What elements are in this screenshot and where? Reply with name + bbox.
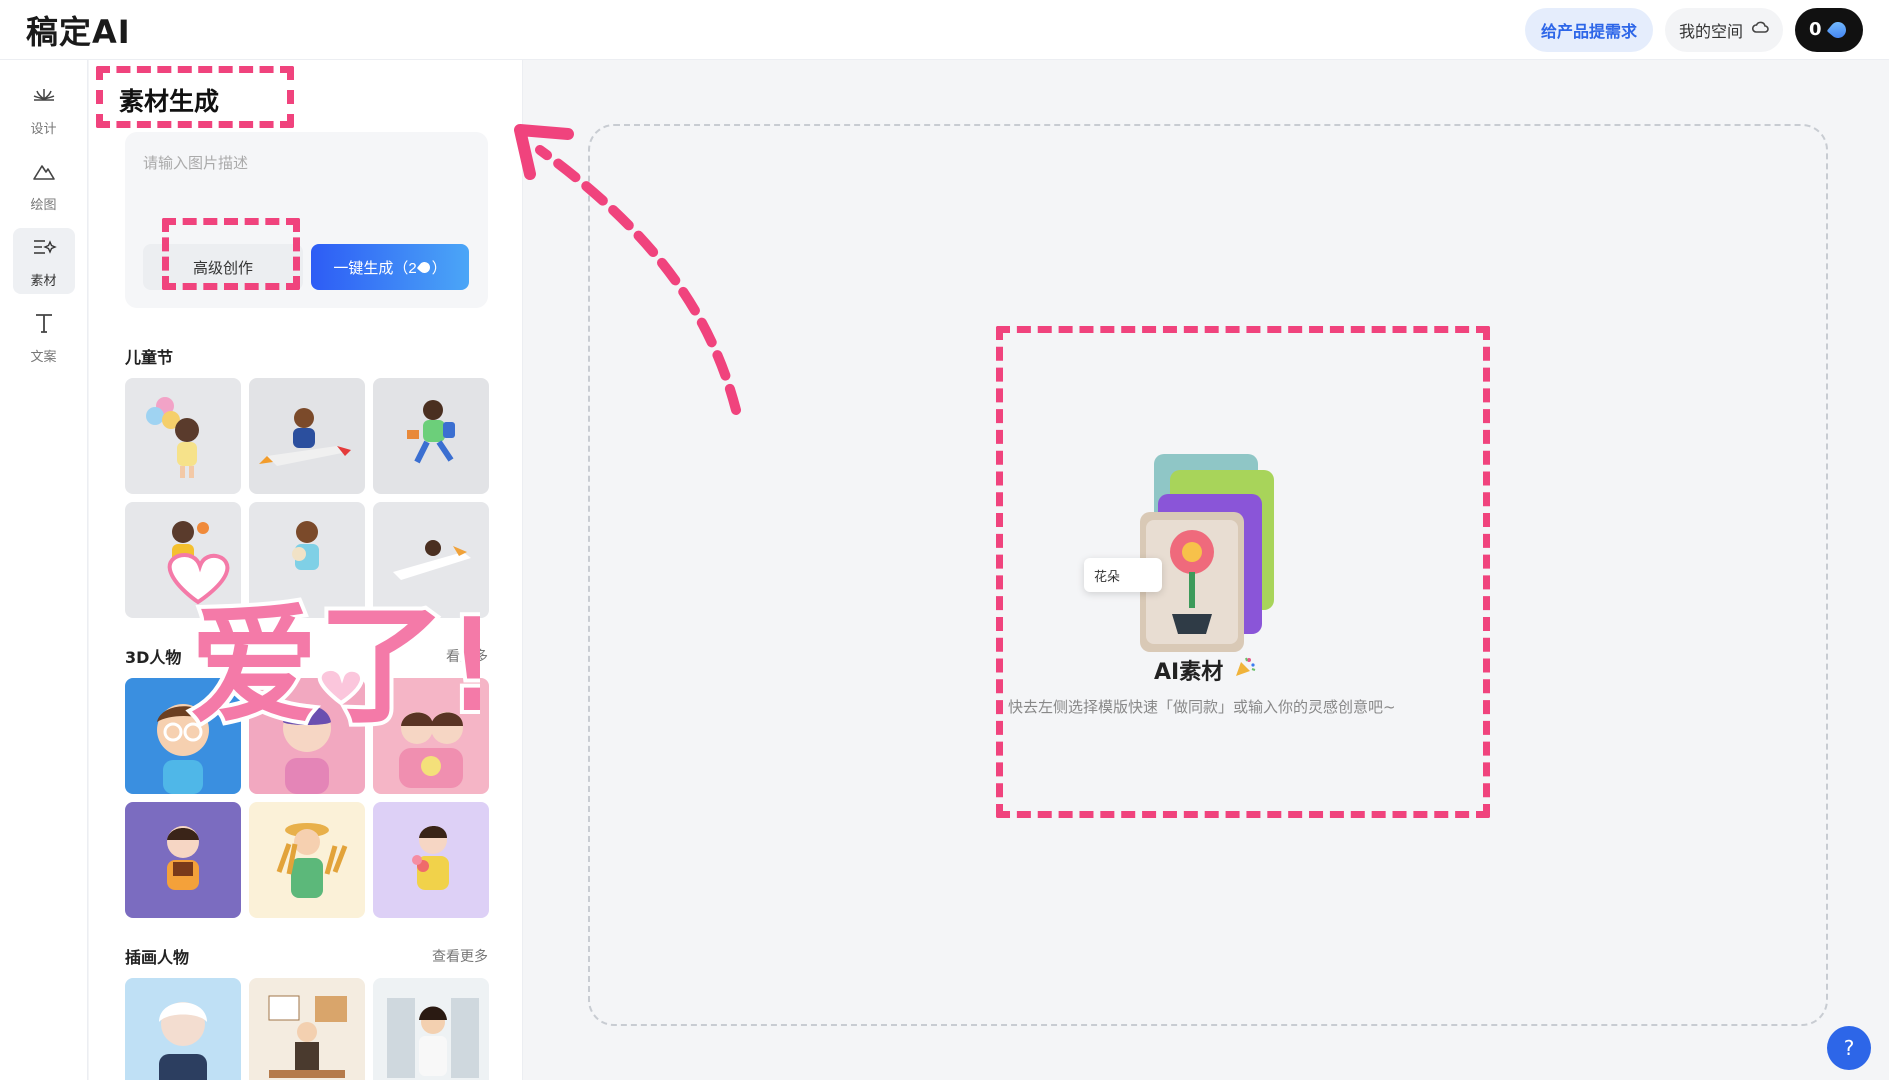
cloud-icon — [1751, 20, 1769, 39]
highlight-box-title — [96, 66, 294, 128]
highlight-box-canvas — [996, 326, 1490, 818]
section-header-3d-characters: 3D人物 看更多 — [125, 644, 488, 668]
see-more-link[interactable]: 查看更多 — [432, 946, 488, 966]
rail-item-draw[interactable]: 绘图 — [13, 152, 75, 218]
my-space-label: 我的空间 — [1678, 23, 1743, 41]
sparkle-list-icon — [31, 234, 57, 264]
asset-tile[interactable] — [125, 978, 241, 1080]
top-actions: 给产品提需求 我的空间 0 — [1524, 7, 1863, 52]
generate-button[interactable]: 一键生成（2 ） — [311, 244, 469, 290]
credits-badge[interactable]: 0 — [1795, 7, 1863, 52]
asset-tile[interactable] — [373, 978, 489, 1080]
highlight-box-advanced — [162, 218, 300, 290]
asset-tile[interactable] — [125, 802, 241, 918]
bean-icon — [1826, 18, 1849, 41]
3d-characters-grid — [125, 678, 491, 918]
top-bar: 稿定AI 给产品提需求 我的空间 0 — [0, 0, 1889, 60]
asset-tile[interactable] — [249, 678, 365, 794]
section-title: 儿童节 — [125, 348, 174, 367]
annotation-arrow — [514, 124, 741, 415]
asset-tile[interactable] — [373, 378, 489, 494]
asset-tile[interactable] — [125, 378, 241, 494]
bean-icon — [416, 259, 432, 275]
rail-item-design[interactable]: 设计 — [13, 76, 75, 142]
asset-tile[interactable] — [249, 978, 365, 1080]
prompt-input[interactable]: 请输入图片描述 — [143, 152, 248, 173]
asset-tile[interactable] — [373, 678, 489, 794]
section-header-childrens-day: 儿童节 — [125, 344, 488, 368]
feedback-button[interactable]: 给产品提需求 — [1524, 7, 1653, 52]
asset-tile[interactable] — [125, 502, 241, 618]
lotus-icon — [31, 82, 57, 112]
rail-label: 文案 — [30, 349, 57, 365]
asset-tile[interactable] — [373, 502, 489, 618]
credits-count: 0 — [1809, 19, 1822, 40]
asset-tile[interactable] — [249, 502, 365, 618]
generate-label: 一键生成（2 — [333, 259, 417, 277]
app-logo[interactable]: 稿定AI — [26, 7, 131, 53]
asset-tile[interactable] — [249, 802, 365, 918]
rail-item-assets[interactable]: 素材 — [12, 228, 75, 294]
section-title: 3D人物 — [125, 648, 182, 667]
asset-tile[interactable] — [373, 802, 489, 918]
rail-label: 素材 — [30, 273, 57, 289]
rail-item-copy[interactable]: 文案 — [13, 304, 75, 370]
help-button[interactable]: ? — [1827, 1026, 1871, 1070]
mountain-icon — [31, 158, 57, 188]
rail-label: 绘图 — [30, 197, 57, 213]
my-space-button[interactable]: 我的空间 — [1664, 7, 1783, 52]
asset-panel: 素材生成 请输入图片描述 高级创作 一键生成（2 ） 儿童节 3D人物 看更多 … — [89, 60, 523, 1080]
text-icon — [31, 310, 57, 340]
asset-tile[interactable] — [125, 678, 241, 794]
childrens-day-grid — [125, 378, 491, 618]
rail-label: 设计 — [30, 121, 57, 137]
section-title: 插画人物 — [125, 948, 190, 967]
left-rail: 设计 绘图 素材 文案 — [0, 60, 88, 1080]
asset-tile[interactable] — [249, 378, 365, 494]
illustrated-characters-grid — [125, 978, 491, 1080]
see-more-link[interactable]: 看更多 — [446, 646, 488, 666]
generate-label-tail: ） — [431, 259, 447, 277]
section-header-illustrated-characters: 插画人物 查看更多 — [125, 944, 488, 968]
